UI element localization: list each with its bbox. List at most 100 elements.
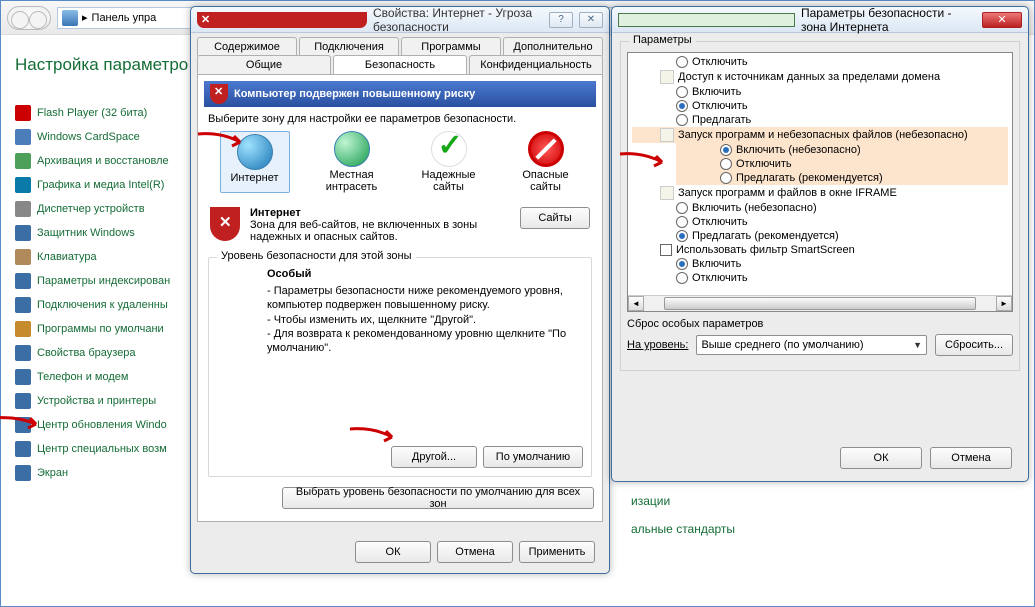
tree-item[interactable]: Предлагать (рекомендуется) (676, 171, 1008, 185)
close-button[interactable]: ✕ (579, 12, 603, 28)
tree-item[interactable]: Отключить (676, 55, 1008, 69)
reset-all-zones-button[interactable]: Выбрать уровень безопасности по умолчани… (282, 487, 594, 509)
cp-applet-item[interactable]: Свойства браузера (15, 345, 203, 361)
security-level-group: Уровень безопасности для этой зоны Особы… (208, 257, 592, 477)
cp-applet-item[interactable]: Центр обновления Windo (15, 417, 203, 433)
ok-button[interactable]: ОК (840, 447, 922, 469)
tree-item[interactable]: Включить (небезопасно) (676, 143, 1008, 157)
applet-link[interactable]: Flash Player (32 бита) (37, 107, 147, 119)
applet-link[interactable]: Программы по умолчани (37, 323, 164, 335)
help-button[interactable]: ? (549, 12, 573, 28)
tree-item[interactable]: Предлагать (рекомендуется) (676, 229, 1008, 243)
tree-label: Включить (небезопасно) (736, 144, 861, 156)
tab-Содержимое[interactable]: Содержимое (197, 37, 297, 56)
cp-applet-item[interactable]: Flash Player (32 бита) (15, 105, 203, 121)
cp-applet-item[interactable]: Центр специальных возм (15, 441, 203, 457)
tree-item[interactable]: Включить (676, 257, 1008, 271)
cp-applet-item[interactable]: Экран (15, 465, 203, 481)
cp-left-column: Настройка параметро Flash Player (32 бит… (1, 35, 211, 606)
reset-level-combo[interactable]: Выше среднего (по умолчанию) ▼ (696, 335, 927, 355)
applet-link[interactable]: Телефон и модем (37, 371, 128, 383)
zone-Местная интрасеть[interactable]: Местная интрасеть (317, 131, 387, 193)
tab-Дополнительно[interactable]: Дополнительно (503, 37, 603, 56)
radio-icon[interactable] (676, 216, 688, 228)
cp-applet-item[interactable]: Подключения к удаленны (15, 297, 203, 313)
radio-icon[interactable] (676, 230, 688, 242)
cp-applet-item[interactable]: Защитник Windows (15, 225, 203, 241)
applet-link[interactable]: Архивация и восстановле (37, 155, 169, 167)
applet-link[interactable]: Диспетчер устройств (37, 203, 145, 215)
checkbox-icon[interactable] (660, 244, 672, 256)
shield-icon (210, 207, 240, 241)
scroll-left-button[interactable]: ◄ (628, 296, 644, 311)
applet-link[interactable]: Параметры индексирован (37, 275, 170, 287)
zone-Интернет[interactable]: Интернет (220, 131, 290, 193)
tree-label: Отключить (692, 216, 748, 228)
tab-Программы[interactable]: Программы (401, 37, 501, 56)
radio-icon[interactable] (676, 86, 688, 98)
zone-hint: Выберите зону для настройки ее параметро… (204, 107, 596, 127)
radio-icon[interactable] (676, 114, 688, 126)
tree-item[interactable]: Отключить (676, 271, 1008, 285)
ok-button[interactable]: ОК (355, 541, 431, 563)
cancel-button[interactable]: Отмена (437, 541, 513, 563)
cp-applet-item[interactable]: Телефон и модем (15, 369, 203, 385)
custom-level-button[interactable]: Другой... (391, 446, 477, 468)
tab-Безопасность[interactable]: Безопасность (333, 55, 467, 74)
zone-Опасные сайты[interactable]: Опасные сайты (511, 131, 581, 193)
nav-back-forward[interactable] (7, 6, 51, 30)
applet-link[interactable]: Свойства браузера (37, 347, 136, 359)
applet-link[interactable]: Экран (37, 467, 68, 479)
applet-link[interactable]: Центр обновления Windo (37, 419, 167, 431)
security-icon (618, 13, 795, 27)
cp-applet-item[interactable]: Архивация и восстановле (15, 153, 203, 169)
applet-link[interactable]: Графика и медиа Intel(R) (37, 179, 164, 191)
radio-icon[interactable] (676, 202, 688, 214)
tab-Общие[interactable]: Общие (197, 55, 331, 74)
radio-icon[interactable] (720, 158, 732, 170)
applet-link[interactable]: Центр специальных возм (37, 443, 167, 455)
sec-titlebar[interactable]: Параметры безопасности - зона Интернета … (612, 7, 1028, 33)
zone-Надежные сайты[interactable]: Надежные сайты (414, 131, 484, 193)
applet-icon (15, 177, 31, 193)
tree-item[interactable]: Предлагать (676, 113, 1008, 127)
radio-icon[interactable] (720, 172, 732, 184)
radio-icon[interactable] (720, 144, 732, 156)
prop-titlebar[interactable]: Свойства: Интернет - Угроза безопасности… (191, 7, 609, 33)
cp-applet-item[interactable]: Графика и медиа Intel(R) (15, 177, 203, 193)
cp-applet-item[interactable]: Windows CardSpace (15, 129, 203, 145)
settings-tree-scroll[interactable]: ОтключитьДоступ к источникам данных за п… (627, 52, 1013, 312)
sites-button[interactable]: Сайты (520, 207, 590, 229)
applet-link[interactable]: Защитник Windows (37, 227, 135, 239)
cp-applet-item[interactable]: Клавиатура (15, 249, 203, 265)
tree-item[interactable]: Включить (676, 85, 1008, 99)
radio-icon[interactable] (676, 272, 688, 284)
apply-button[interactable]: Применить (519, 541, 595, 563)
radio-icon[interactable] (676, 258, 688, 270)
cp-applet-item[interactable]: Параметры индексирован (15, 273, 203, 289)
cancel-button[interactable]: Отмена (930, 447, 1012, 469)
tree-item[interactable]: Отключить (676, 157, 1008, 171)
tree-item: Доступ к источникам данных за пределами … (660, 69, 1008, 85)
scrollbar-horizontal[interactable]: ◄ ► (628, 295, 1012, 311)
scroll-thumb[interactable] (664, 297, 976, 310)
applet-link[interactable]: Устройства и принтеры (37, 395, 156, 407)
tab-Подключения[interactable]: Подключения (299, 37, 399, 56)
applet-link[interactable]: Windows CardSpace (37, 131, 140, 143)
radio-icon[interactable] (676, 100, 688, 112)
tab-Конфиденциальность[interactable]: Конфиденциальность (469, 55, 603, 74)
tree-item[interactable]: Отключить (676, 99, 1008, 113)
cp-applet-item[interactable]: Программы по умолчани (15, 321, 203, 337)
default-level-button[interactable]: По умолчанию (483, 446, 583, 468)
tree-item[interactable]: Включить (небезопасно) (676, 201, 1008, 215)
applet-link[interactable]: Подключения к удаленны (37, 299, 168, 311)
close-button[interactable]: ✕ (982, 12, 1022, 28)
reset-button[interactable]: Сбросить... (935, 334, 1013, 356)
radio-icon[interactable] (676, 56, 688, 68)
cp-applet-item[interactable]: Диспетчер устройств (15, 201, 203, 217)
tree-item[interactable]: Отключить (676, 215, 1008, 229)
cp-applet-item[interactable]: Устройства и принтеры (15, 393, 203, 409)
scroll-right-button[interactable]: ► (996, 296, 1012, 311)
applet-link[interactable]: Клавиатура (37, 251, 97, 263)
tree-item[interactable]: Использовать фильтр SmartScreen (660, 243, 1008, 257)
